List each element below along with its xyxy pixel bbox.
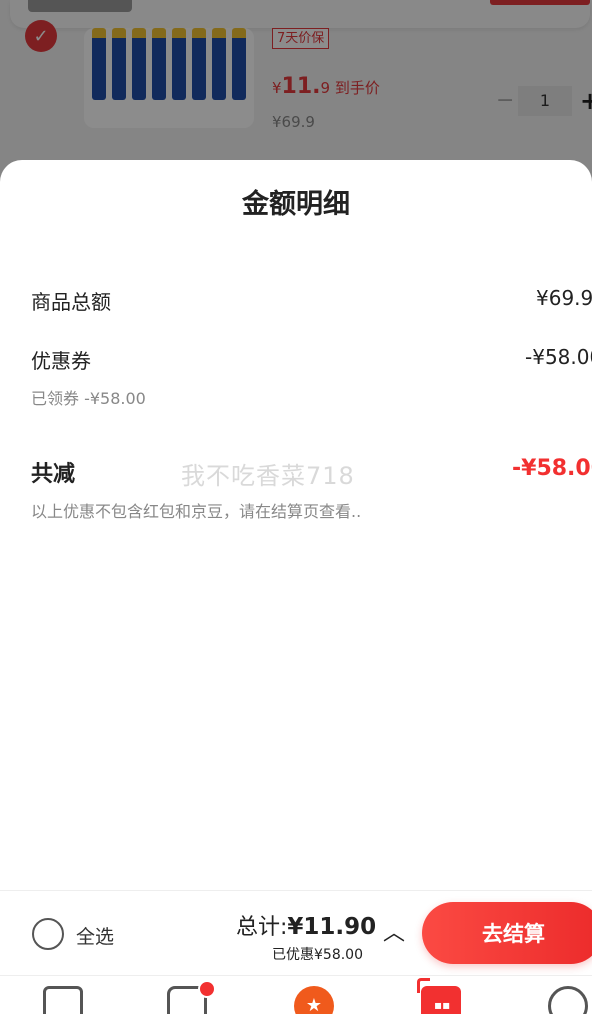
coupon-label: 优惠券 (31, 349, 91, 373)
checkout-bar: 全选 总计:¥11.90 已优惠¥58.00 ︿ 去结算 (0, 890, 592, 975)
watermark: 我不吃香菜718 (181, 462, 355, 490)
coupon-claimed-text: 已领券 -¥58.00 (31, 389, 146, 408)
bottom-tab-bar: ★ ▪▪ (0, 975, 592, 1014)
video-icon[interactable] (167, 980, 216, 1014)
select-all-label[interactable]: 全选 (76, 922, 114, 949)
select-all-checkbox[interactable] (32, 918, 64, 950)
coupon-value: -¥58.00 (525, 345, 592, 369)
total-prefix: 总计: (236, 915, 288, 940)
total-reduction-value: -¥58.00 (512, 456, 592, 481)
total-amount: ¥11.90 (287, 914, 377, 940)
dim-overlay[interactable] (0, 0, 592, 175)
total-price: 总计:¥11.90 (236, 909, 376, 941)
discount-amount: 已优惠¥58.00 (272, 947, 363, 963)
center-icon[interactable]: ★ (294, 986, 334, 1014)
me-icon[interactable] (548, 986, 588, 1014)
sheet-title: 金额明细 (242, 189, 350, 220)
home-icon[interactable] (43, 986, 83, 1014)
goods-total-value: ¥69.90 (536, 286, 592, 310)
checkout-button[interactable]: 去结算 (422, 902, 592, 964)
reduction-note: 以上优惠不包含红包和京豆，请在结算页查看.. (31, 502, 362, 521)
chevron-up-icon[interactable]: ︿ (383, 915, 405, 947)
amount-detail-sheet: 金额明细 商品总额 ¥69.90 优惠券 -¥58.00 已领券 -¥58.00… (0, 160, 592, 890)
cart-eyes: ▪▪ (434, 998, 451, 1012)
cart-icon[interactable]: ▪▪ (417, 978, 461, 1014)
notification-dot (198, 980, 216, 998)
total-reduction-label: 共减 (31, 462, 76, 487)
goods-total-label: 商品总额 (31, 290, 111, 314)
